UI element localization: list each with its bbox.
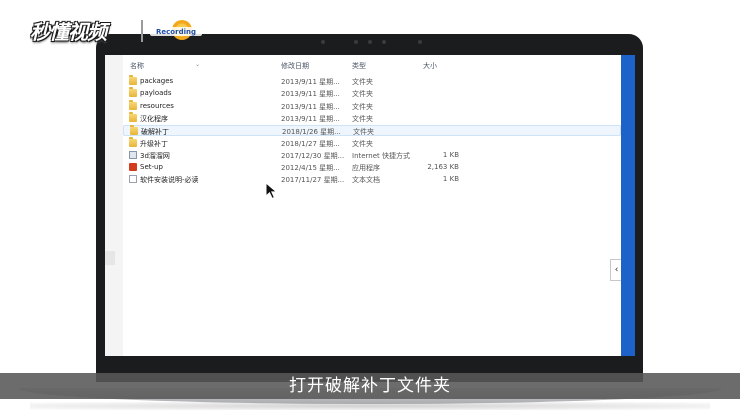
- recording-badge-icon: Recording: [150, 20, 202, 40]
- camera-dot: [368, 40, 372, 44]
- file-row[interactable]: 3d溜溜网 2017/12/30 星期... Internet 快捷方式 1 KB: [123, 150, 621, 161]
- camera-dot: [354, 40, 358, 44]
- file-type: 文本文档: [352, 176, 380, 185]
- file-type: 文件夹: [352, 102, 373, 111]
- file-name: payloads: [140, 89, 172, 98]
- file-type: 文件夹: [352, 139, 373, 148]
- file-row[interactable]: Set-up 2012/4/15 星期... 应用程序 2,163 KB: [123, 162, 621, 173]
- file-size: 1 KB: [442, 150, 459, 159]
- file-row[interactable]: 破解补丁 2018/1/26 星期... 文件夹: [123, 125, 621, 137]
- file-name: 升级补丁: [140, 139, 168, 148]
- folder-icon: [129, 87, 137, 98]
- subtitle-text: 打开破解补丁文件夹: [289, 376, 451, 396]
- file-type: 文件夹: [353, 128, 374, 137]
- sort-arrow-icon: ⌄: [195, 61, 201, 68]
- mouse-cursor-icon: [265, 182, 278, 200]
- file-row[interactable]: 升级补丁 2018/1/27 星期... 文件夹: [123, 136, 621, 149]
- camera-dot: [382, 40, 386, 44]
- camera-dot: [418, 40, 422, 44]
- column-header: 名称 ⌄ 修改日期 类型 大小: [123, 59, 621, 73]
- logo-separator: [141, 20, 143, 42]
- file-date: 2012/4/15 星期...: [281, 164, 340, 173]
- column-size-header[interactable]: 大小: [423, 61, 437, 71]
- folder-icon: [129, 136, 137, 147]
- file-date: 2017/12/30 星期...: [281, 151, 345, 160]
- file-date: 2013/9/11 星期...: [281, 114, 340, 123]
- column-type-header[interactable]: 类型: [352, 61, 366, 71]
- folder-icon: [129, 75, 137, 85]
- file-row[interactable]: payloads 2013/9/11 星期... 文件夹: [123, 87, 621, 99]
- navigation-gutter: [105, 55, 123, 356]
- file-date: 2013/9/11 星期...: [281, 90, 340, 99]
- file-name: 破解补丁: [141, 128, 169, 137]
- column-name-header[interactable]: 名称: [130, 61, 144, 71]
- taskbar: [621, 55, 635, 356]
- file-type: 文件夹: [352, 90, 373, 99]
- file-name: 3d溜溜网: [140, 151, 170, 160]
- camera-dot: [321, 40, 325, 44]
- file-size: 1 KB: [442, 175, 459, 184]
- logo-text: 秒懂视频: [30, 20, 107, 44]
- file-date: 2013/9/11 星期...: [281, 102, 340, 111]
- document-icon: [129, 175, 137, 184]
- watermark-logo: 秒懂视频 Recording: [30, 12, 202, 50]
- file-date: 2017/11/27 星期...: [281, 176, 345, 185]
- file-name: 软件安装说明-必读: [140, 176, 199, 185]
- svg-text:Recording: Recording: [156, 28, 196, 36]
- file-type: Internet 快捷方式: [352, 151, 411, 160]
- file-row[interactable]: 汉化程序 2013/9/11 星期... 文件夹: [123, 111, 621, 124]
- file-name: packages: [140, 77, 174, 85]
- folder-icon: [129, 111, 137, 122]
- file-type: 应用程序: [352, 164, 380, 173]
- app-icon: [129, 163, 137, 172]
- file-name: 汉化程序: [140, 114, 168, 123]
- file-type: 文件夹: [352, 78, 373, 86]
- file-name: resources: [140, 101, 174, 110]
- folder-icon: [129, 99, 137, 110]
- file-name: Set-up: [140, 163, 163, 172]
- folder-icon: [130, 125, 138, 136]
- file-row[interactable]: packages 2013/9/11 星期... 文件夹: [123, 75, 621, 87]
- subtitle-bar: 打开破解补丁文件夹: [0, 373, 740, 399]
- column-date-header[interactable]: 修改日期: [281, 61, 309, 71]
- file-size: 2,163 KB: [427, 163, 459, 172]
- gutter-scroll-mark[interactable]: [105, 251, 115, 265]
- shortcut-icon: [129, 150, 137, 159]
- file-explorer-pane: 名称 ⌄ 修改日期 类型 大小 packages 2013/9/11 星期... 文…: [105, 55, 621, 356]
- file-date: 2018/1/26 星期...: [282, 128, 341, 137]
- file-type: 文件夹: [352, 114, 373, 123]
- video-frame: 名称 ⌄ 修改日期 类型 大小 packages 2013/9/11 星期... 文…: [0, 0, 740, 415]
- laptop-screen: 名称 ⌄ 修改日期 类型 大小 packages 2013/9/11 星期... 文…: [105, 55, 635, 356]
- file-row[interactable]: 软件安装说明-必读 2017/11/27 星期... 文本文档 1 KB: [123, 174, 621, 185]
- file-date: 2013/9/11 星期...: [281, 78, 340, 86]
- file-row[interactable]: resources 2013/9/11 星期... 文件夹: [123, 99, 621, 112]
- file-date: 2018/1/27 星期...: [281, 139, 340, 148]
